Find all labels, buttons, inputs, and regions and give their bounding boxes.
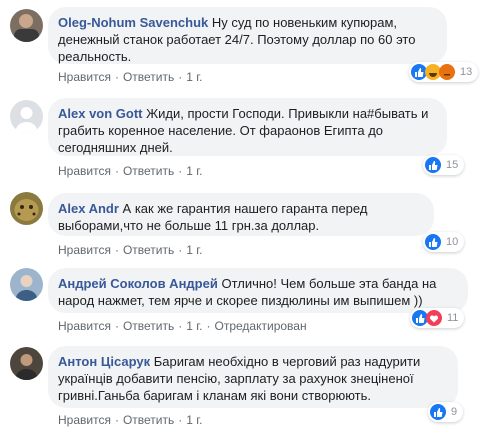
timestamp[interactable]: 1 г.	[186, 319, 202, 333]
reaction-count: 15	[446, 159, 459, 171]
reply-link[interactable]: Ответить	[123, 413, 174, 427]
reply-link[interactable]: Ответить	[123, 164, 174, 178]
timestamp[interactable]: 1 г.	[186, 70, 202, 84]
reply-link[interactable]: Ответить	[123, 70, 174, 84]
edited-label[interactable]: Отредактирован	[215, 319, 307, 333]
author-name[interactable]: Oleg-Nohum Savenchuk	[58, 15, 208, 30]
reaction-count: 9	[451, 406, 458, 418]
like-icon	[425, 234, 441, 250]
reply-link[interactable]: Ответить	[123, 319, 174, 333]
avatar[interactable]	[10, 192, 43, 225]
timestamp[interactable]: 1 г.	[186, 243, 202, 257]
author-name[interactable]: Андрей Соколов Андрей	[58, 276, 218, 291]
comment-bubble: Антон Цісарук Баригам необхідно в чергов…	[48, 346, 458, 408]
reactions-badge[interactable]: 13	[409, 62, 479, 82]
reactions-badge[interactable]: 15	[423, 155, 465, 175]
reaction-count: 11	[447, 312, 459, 324]
comment-actions: Нравится · Ответить · 1 г.	[58, 243, 203, 257]
timestamp[interactable]: 1 г.	[186, 413, 202, 427]
like-link[interactable]: Нравится	[58, 413, 111, 427]
like-link[interactable]: Нравится	[58, 243, 111, 257]
like-link[interactable]: Нравится	[58, 70, 111, 84]
author-name[interactable]: Alex Andr	[58, 201, 119, 216]
comment-actions: Нравится · Ответить · 1 г.	[58, 70, 203, 84]
avatar[interactable]	[10, 347, 43, 380]
like-link[interactable]: Нравится	[58, 164, 111, 178]
reactions-badge[interactable]: 10	[423, 232, 465, 252]
like-icon	[430, 404, 446, 420]
avatar[interactable]	[10, 100, 43, 133]
angry-icon	[439, 64, 455, 80]
reactions-badge[interactable]: 9	[428, 402, 464, 422]
timestamp[interactable]: 1 г.	[186, 164, 202, 178]
reaction-count: 10	[446, 236, 459, 248]
comment-bubble: Alex Andr А как же гарантия нашего гаран…	[48, 193, 434, 236]
avatar[interactable]	[10, 9, 43, 42]
author-name[interactable]: Alex von Gott	[58, 106, 143, 121]
avatar[interactable]	[10, 268, 43, 301]
love-icon	[426, 310, 442, 326]
comment-actions: Нравится · Ответить · 1 г.	[58, 164, 203, 178]
reactions-badge[interactable]: 11	[410, 308, 465, 328]
like-icon	[425, 157, 441, 173]
comment-bubble: Андрей Соколов Андрей Отлично! Чем больш…	[48, 268, 468, 313]
comment-bubble: Oleg-Nohum Savenchuk Ну суд по новеньким…	[48, 7, 447, 64]
like-link[interactable]: Нравится	[58, 319, 111, 333]
reply-link[interactable]: Ответить	[123, 243, 174, 257]
comment-actions: Нравится · Ответить · 1 г. · Отредактирован	[58, 319, 307, 333]
reaction-count: 13	[460, 66, 473, 78]
author-name[interactable]: Антон Цісарук	[58, 354, 150, 369]
comment-bubble: Alex von Gott Жиди, прости Господи. Прив…	[48, 98, 447, 156]
comment-actions: Нравится · Ответить · 1 г.	[58, 413, 203, 427]
